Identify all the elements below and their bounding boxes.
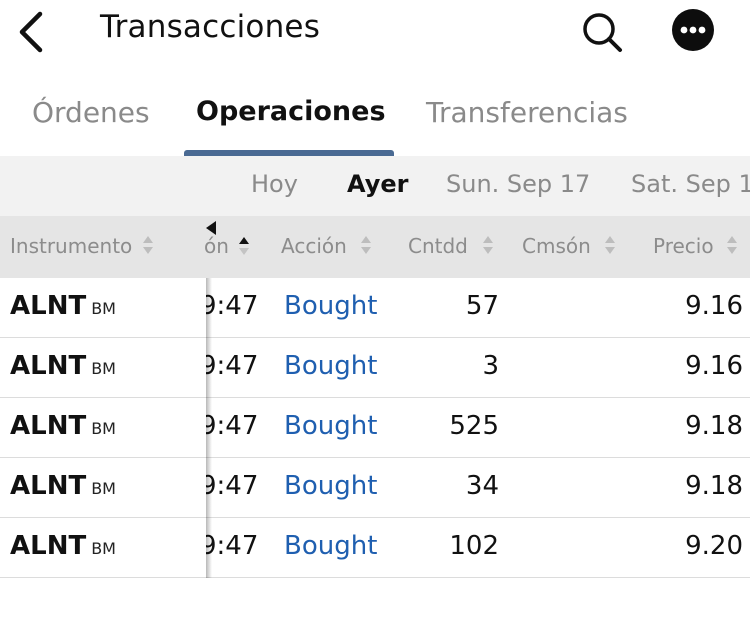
- exchange-label: BM: [91, 539, 116, 558]
- tab-transferencias[interactable]: Transferencias: [426, 96, 628, 129]
- more-options-button[interactable]: [672, 9, 714, 51]
- instrument-symbol: ALNT BM: [10, 291, 116, 321]
- quantity-cell: 57: [465, 291, 499, 321]
- tab-operaciones[interactable]: Operaciones: [196, 96, 386, 127]
- instrument-cell[interactable]: ALNT BM: [0, 458, 206, 518]
- chevron-left-icon: [19, 11, 43, 53]
- instrument-column: ALNT BM ALNT BM ALNT BM ALNT BM ALNT BM: [0, 278, 206, 578]
- scroll-left-arrow-icon[interactable]: [204, 219, 218, 237]
- page-title: Transacciones: [100, 9, 321, 45]
- date-hoy[interactable]: Hoy: [251, 170, 298, 198]
- column-header-time[interactable]: ón: [204, 234, 229, 258]
- instrument-symbol: ALNT BM: [10, 351, 116, 381]
- search-button[interactable]: [580, 10, 624, 54]
- sort-ascending-icon[interactable]: [238, 236, 250, 256]
- action-cell[interactable]: Bought: [284, 531, 377, 561]
- quantity-cell: 3: [482, 351, 499, 381]
- column-header-price[interactable]: Precio: [653, 234, 714, 258]
- sort-icon[interactable]: [604, 235, 616, 255]
- action-cell[interactable]: Bought: [284, 351, 377, 381]
- transactions-screen: Transacciones Órdenes Operaciones Transf…: [0, 0, 750, 618]
- action-cell[interactable]: Bought: [284, 411, 377, 441]
- price-cell: 9.20: [685, 531, 743, 561]
- date-sat-sep-16[interactable]: Sat. Sep 16: [631, 170, 750, 198]
- search-icon: [583, 13, 622, 52]
- exchange-label: BM: [91, 479, 116, 498]
- instrument-cell[interactable]: ALNT BM: [0, 518, 206, 578]
- instrument-symbol: ALNT BM: [10, 531, 116, 561]
- quantity-cell: 102: [449, 531, 499, 561]
- column-header-action[interactable]: Acción: [281, 234, 347, 258]
- quantity-cell: 525: [449, 411, 499, 441]
- price-cell: 9.16: [685, 291, 743, 321]
- date-sun-sep-17[interactable]: Sun. Sep 17: [446, 170, 590, 198]
- action-cell[interactable]: Bought: [284, 291, 377, 321]
- exchange-label: BM: [91, 419, 116, 438]
- instrument-cell[interactable]: ALNT BM: [0, 398, 206, 458]
- tab-bar: Órdenes Operaciones Transferencias: [0, 84, 750, 156]
- instrument-symbol: ALNT BM: [10, 411, 116, 441]
- instrument-symbol: ALNT BM: [10, 471, 116, 501]
- tab-ordenes[interactable]: Órdenes: [32, 96, 150, 129]
- column-header-instrument[interactable]: Instrumento: [10, 234, 132, 258]
- date-ayer[interactable]: Ayer: [347, 170, 408, 198]
- sort-icon[interactable]: [142, 235, 154, 255]
- exchange-label: BM: [91, 359, 116, 378]
- column-divider-shadow: [206, 278, 212, 578]
- instrument-cell[interactable]: ALNT BM: [0, 338, 206, 398]
- exchange-label: BM: [91, 299, 116, 318]
- column-header-quantity[interactable]: Cntdd: [408, 234, 468, 258]
- more-horizontal-icon: [680, 26, 706, 34]
- back-button[interactable]: [14, 10, 50, 54]
- column-header-instrument-cell: Instrumento: [0, 216, 196, 278]
- action-cell[interactable]: Bought: [284, 471, 377, 501]
- sort-icon[interactable]: [360, 235, 372, 255]
- date-filter-bar: Hoy Ayer Sun. Sep 17 Sat. Sep 16: [0, 156, 750, 216]
- instrument-cell[interactable]: ALNT BM: [0, 278, 206, 338]
- sort-icon[interactable]: [726, 235, 738, 255]
- price-cell: 9.16: [685, 351, 743, 381]
- sort-icon[interactable]: [482, 235, 494, 255]
- app-header: Transacciones: [0, 0, 750, 64]
- price-cell: 9.18: [685, 411, 743, 441]
- price-cell: 9.18: [685, 471, 743, 501]
- quantity-cell: 34: [465, 471, 499, 501]
- column-header-commission[interactable]: Cmsón: [522, 234, 591, 258]
